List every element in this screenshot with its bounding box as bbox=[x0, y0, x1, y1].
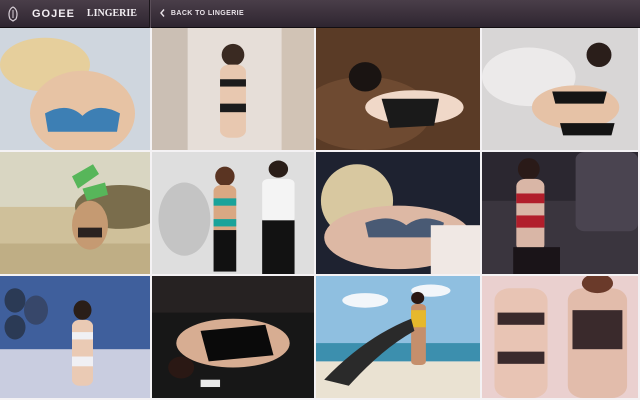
photo-gallery-grid bbox=[0, 28, 640, 400]
back-button-label: BACK TO LINGERIE bbox=[170, 10, 245, 17]
gallery-photo[interactable] bbox=[0, 152, 152, 276]
brand-name[interactable]: GOJEE bbox=[32, 8, 75, 20]
gojee-logo-icon[interactable] bbox=[0, 0, 26, 28]
gallery-photo[interactable] bbox=[316, 28, 482, 152]
gallery-photo[interactable] bbox=[152, 28, 316, 152]
gallery-photo[interactable] bbox=[482, 276, 640, 400]
gallery-photo[interactable] bbox=[482, 152, 640, 276]
gallery-photo[interactable] bbox=[152, 276, 316, 400]
gallery-photo[interactable] bbox=[316, 276, 482, 400]
gallery-photo[interactable] bbox=[0, 28, 152, 152]
top-bar: GOJEE LINGERIE BACK TO LINGERIE bbox=[0, 0, 640, 28]
header-divider bbox=[148, 0, 150, 28]
gallery-photo[interactable] bbox=[316, 152, 482, 276]
section-title: LINGERIE bbox=[86, 8, 137, 19]
back-to-lingerie-button[interactable]: BACK TO LINGERIE bbox=[159, 8, 245, 19]
gallery-photo[interactable] bbox=[482, 28, 640, 152]
gallery-photo[interactable] bbox=[0, 276, 152, 400]
gallery-photo[interactable] bbox=[152, 152, 316, 276]
chevron-left-icon bbox=[159, 8, 165, 19]
